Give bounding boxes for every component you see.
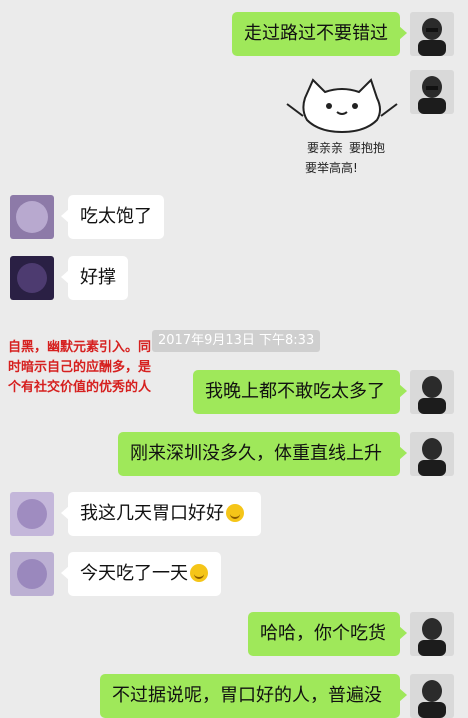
avatar[interactable] <box>410 70 454 114</box>
avatar[interactable] <box>410 432 454 476</box>
man-avatar-icon <box>410 370 454 414</box>
message-bubble[interactable]: 不过据说呢，胃口好的人，普遍没 <box>100 674 407 718</box>
blurred-avatar-icon <box>10 195 54 239</box>
svg-text:要抱抱: 要抱抱 <box>349 140 385 155</box>
avatar[interactable] <box>10 195 54 239</box>
avatar[interactable] <box>410 612 454 656</box>
timestamp: 2017年9月13日 下午8:33 <box>152 330 321 352</box>
avatar[interactable] <box>10 552 54 596</box>
message-text: 今天吃了一天 <box>80 563 188 584</box>
message-bubble[interactable]: 走过路过不要错过 <box>232 12 407 56</box>
smile-emoji-icon <box>226 504 244 522</box>
avatar[interactable] <box>410 674 454 718</box>
message-bubble[interactable]: 我晚上都不敢吃太多了 <box>193 370 407 414</box>
man-avatar-icon <box>410 674 454 718</box>
message-text: 我这几天胃口好好 <box>80 503 224 524</box>
avatar[interactable] <box>410 370 454 414</box>
annotation-note: 自黑，幽默元素引入。同时暗示自己的应酬多，是个有社交价值的优秀的人 <box>8 340 152 395</box>
message-bubble[interactable]: 好撑 <box>61 256 128 300</box>
blurred-avatar-icon <box>10 552 54 596</box>
message-bubble[interactable]: 今天吃了一天 <box>61 552 221 596</box>
sticker-image[interactable]: 要亲亲 要抱抱 要举高高! <box>285 68 400 180</box>
blurred-avatar-icon <box>10 256 54 300</box>
svg-text:要举高高!: 要举高高! <box>305 160 358 175</box>
man-avatar-icon <box>410 12 454 56</box>
message-bubble[interactable]: 我这几天胃口好好 <box>61 492 261 536</box>
avatar[interactable] <box>10 492 54 536</box>
smile-emoji-icon <box>190 564 208 582</box>
svg-text:要亲亲: 要亲亲 <box>307 141 343 155</box>
man-avatar-icon <box>410 432 454 476</box>
message-bubble[interactable]: 哈哈，你个吃货 <box>248 612 407 656</box>
man-avatar-icon <box>410 70 454 114</box>
avatar[interactable] <box>10 256 54 300</box>
message-bubble[interactable]: 吃太饱了 <box>61 195 164 239</box>
avatar[interactable] <box>410 12 454 56</box>
man-avatar-icon <box>410 612 454 656</box>
blurred-avatar-icon <box>10 492 54 536</box>
message-bubble[interactable]: 刚来深圳没多久，体重直线上升 <box>118 432 407 476</box>
